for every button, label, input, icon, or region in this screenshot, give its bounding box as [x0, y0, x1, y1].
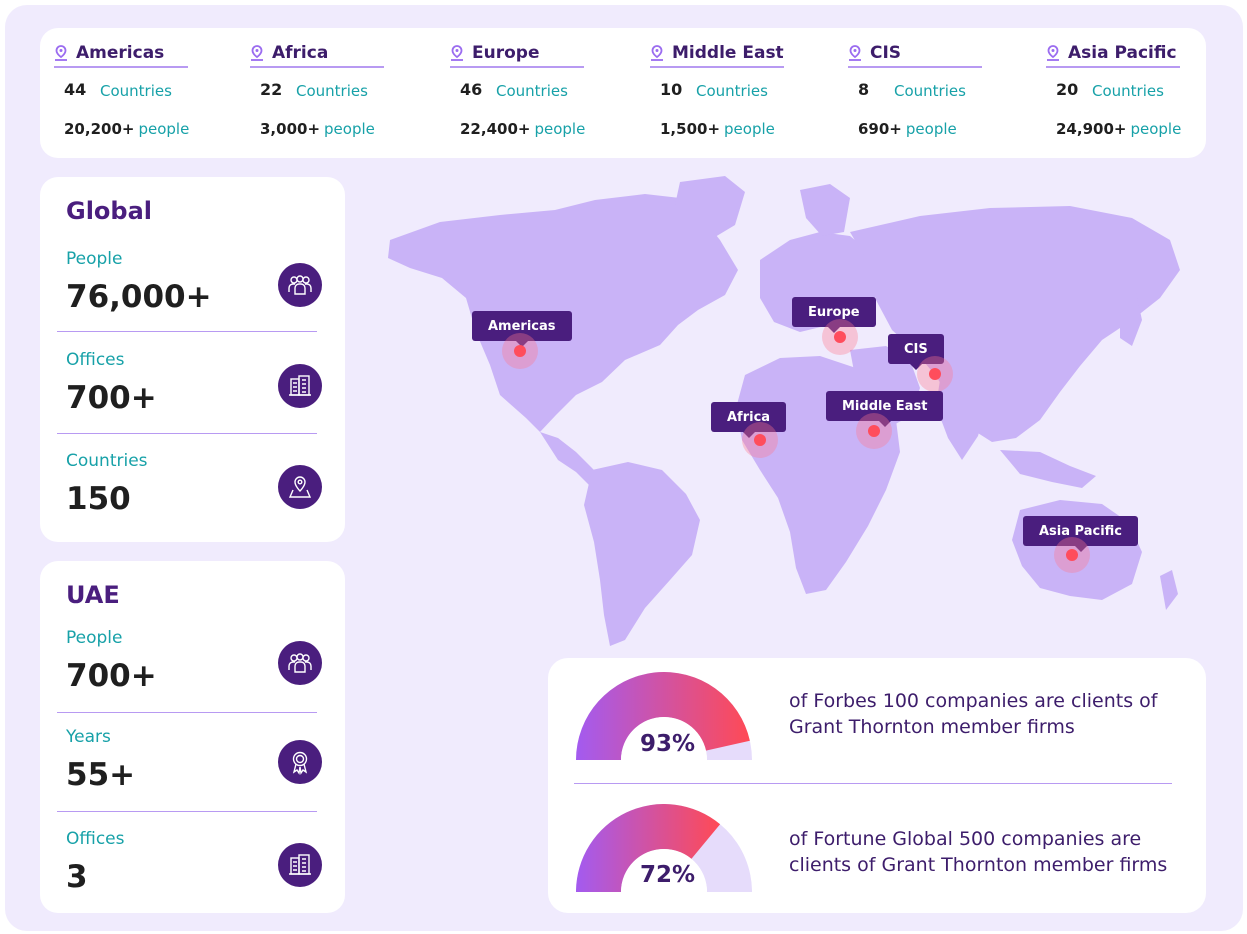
region-name-text: Europe	[472, 43, 540, 63]
region-people: 24,900+ people	[1056, 120, 1181, 138]
stat-label: Offices	[66, 829, 125, 849]
region-people-label: people	[324, 120, 375, 138]
map-dot-africa	[742, 422, 778, 458]
world-map-shape	[388, 176, 1180, 646]
stat-divider	[57, 712, 317, 713]
region-country-label: Countries	[894, 82, 966, 100]
location-pin-icon	[1047, 45, 1059, 61]
region-name: Americas	[54, 40, 188, 68]
building-icon	[278, 843, 322, 887]
region-name-text: Asia Pacific	[1068, 43, 1177, 63]
map-pin-icon	[278, 465, 322, 509]
global-title: Global	[66, 197, 153, 225]
region-people-count: 3,000+	[260, 120, 321, 138]
region-africa: Africa 22 Countries 3,000+ people	[236, 28, 416, 158]
map-dot-cis	[917, 356, 953, 392]
stat-label: Years	[66, 727, 111, 747]
map-dot-europe	[822, 319, 858, 355]
region-people: 3,000+ people	[260, 120, 375, 138]
world-map: Americas Europe CIS Africa Middle East A…	[380, 170, 1200, 650]
region-name-text: Africa	[272, 43, 329, 63]
region-people-count: 1,500+	[660, 120, 721, 138]
location-pin-icon	[251, 45, 263, 61]
region-name: Asia Pacific	[1046, 40, 1180, 68]
region-people: 690+ people	[858, 120, 957, 138]
client-stats-panel: 93% of Forbes 100 companies are clients …	[548, 658, 1206, 913]
region-country-count: 44	[64, 80, 87, 99]
stat-label: Countries	[66, 451, 148, 471]
region-country-label: Countries	[100, 82, 172, 100]
fortune-percent: 72%	[640, 862, 696, 888]
region-americas: Americas 44 Countries 20,200+ people	[40, 28, 220, 158]
global-card: Global People 76,000+ Offices 700+ Count…	[40, 177, 345, 542]
forbes-percent: 93%	[640, 731, 696, 757]
people-group-icon	[278, 263, 322, 307]
region-people-count: 690+	[858, 120, 902, 138]
location-pin-icon	[849, 45, 861, 61]
region-country-label: Countries	[696, 82, 768, 100]
region-country-count: 20	[1056, 80, 1079, 99]
region-people-label: people	[724, 120, 775, 138]
region-name: Middle East	[650, 40, 784, 68]
region-people-label: people	[905, 120, 957, 138]
stat-label: People	[66, 249, 123, 269]
region-name-text: Americas	[76, 43, 165, 63]
award-ribbon-icon	[278, 740, 322, 784]
gauge-divider	[574, 783, 1172, 784]
region-name: CIS	[848, 40, 982, 68]
region-name-text: CIS	[870, 43, 902, 63]
map-dot-americas	[502, 333, 538, 369]
map-dot-middle-east	[856, 413, 892, 449]
region-people: 22,400+ people	[460, 120, 585, 138]
region-country-label: Countries	[1092, 82, 1164, 100]
stat-divider	[57, 811, 317, 812]
stat-divider	[57, 331, 317, 332]
region-people: 20,200+ people	[64, 120, 189, 138]
region-country-count: 22	[260, 80, 283, 99]
people-group-icon	[278, 641, 322, 685]
region-people: 1,500+ people	[660, 120, 775, 138]
region-cis: CIS 8 Countries 690+ people	[834, 28, 1014, 158]
region-name: Africa	[250, 40, 384, 68]
stat-divider	[57, 433, 317, 434]
region-people-label: people	[1130, 120, 1182, 138]
region-people-count: 20,200+	[64, 120, 135, 138]
stat-label: Offices	[66, 350, 125, 370]
uae-title: UAE	[66, 581, 120, 609]
forbes-description: of Forbes 100 companies are clients of G…	[789, 690, 1158, 738]
location-pin-icon	[55, 45, 67, 61]
region-name: Europe	[450, 40, 584, 68]
region-middle-east: Middle East 10 Countries 1,500+ people	[636, 28, 816, 158]
region-country-count: 8	[858, 80, 870, 99]
region-people-count: 22,400+	[460, 120, 531, 138]
region-asia-pacific: Asia Pacific 20 Countries 24,900+ people	[1032, 28, 1212, 158]
building-icon	[278, 364, 322, 408]
region-people-count: 24,900+	[1056, 120, 1127, 138]
map-dot-asia-pacific	[1054, 537, 1090, 573]
stat-label: People	[66, 628, 123, 648]
uae-card: UAE People 700+ Years 55+ Offices 3	[40, 561, 345, 913]
region-country-label: Countries	[496, 82, 568, 100]
region-country-label: Countries	[296, 82, 368, 100]
region-europe: Europe 46 Countries 22,400+ people	[436, 28, 616, 158]
region-country-count: 10	[660, 80, 683, 99]
region-country-count: 46	[460, 80, 483, 99]
region-people-label: people	[138, 120, 190, 138]
regions-bar: Americas 44 Countries 20,200+ people Afri…	[40, 28, 1206, 158]
fortune-description: of Fortune Global 500 companies are clie…	[789, 828, 1168, 876]
location-pin-icon	[651, 45, 663, 61]
region-people-label: people	[534, 120, 586, 138]
location-pin-icon	[451, 45, 463, 61]
region-name-text: Middle East	[672, 43, 784, 63]
